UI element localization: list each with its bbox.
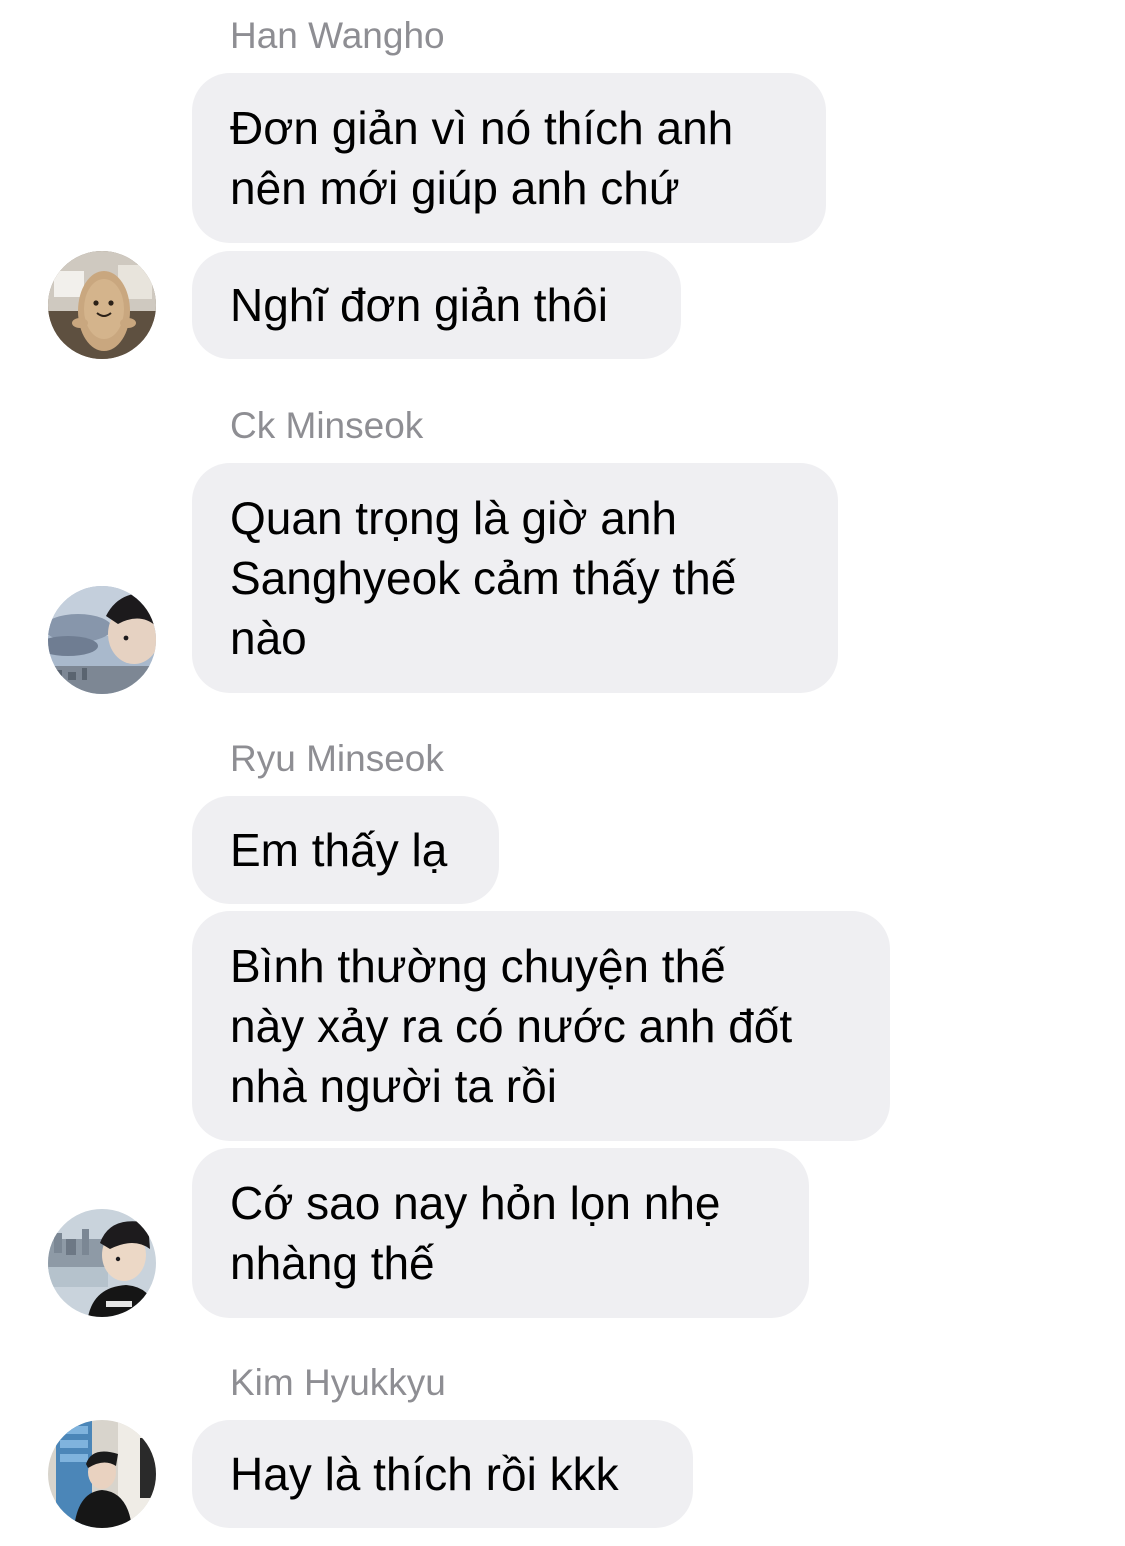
person-sky-avatar[interactable] xyxy=(48,586,156,694)
message-bubble[interactable]: Quan trọng là giờ anh Sanghyeok cảm thấy… xyxy=(192,463,838,693)
sender-name: Kim Hyukkyu xyxy=(230,1362,446,1403)
message-text: Hay là thích rồi kkk xyxy=(230,1448,619,1500)
message-bubble[interactable]: Cớ sao nay hỏn lọn nhẹ nhàng thế xyxy=(192,1148,809,1318)
message-bubble[interactable]: Đơn giản vì nó thích anh nên mới giúp an… xyxy=(192,73,826,243)
sender-name: Ck Minseok xyxy=(230,405,424,446)
message-text: Cớ sao nay hỏn lọn nhẹ nhàng thế xyxy=(230,1177,721,1289)
message-bubble[interactable]: Hay là thích rồi kkk xyxy=(192,1420,693,1528)
message-text: Đơn giản vì nó thích anh nên mới giúp an… xyxy=(230,102,734,214)
message-bubble[interactable]: Bình thường chuyện thế này xảy ra có nướ… xyxy=(192,911,890,1141)
person-store-avatar[interactable] xyxy=(48,1420,156,1528)
message-text: Bình thường chuyện thế này xảy ra có nướ… xyxy=(230,940,793,1112)
sender-name: Ryu Minseok xyxy=(230,738,444,779)
person-city-avatar[interactable] xyxy=(48,1209,156,1317)
message-text: Quan trọng là giờ anh Sanghyeok cảm thấy… xyxy=(230,492,737,664)
sender-name: Han Wangho xyxy=(230,15,445,56)
message-text: Em thấy lạ xyxy=(230,824,448,876)
message-text: Nghĩ đơn giản thôi xyxy=(230,279,608,331)
message-bubble[interactable]: Nghĩ đơn giản thôi xyxy=(192,251,681,359)
message-bubble[interactable]: Em thấy lạ xyxy=(192,796,499,904)
plush-toy-avatar[interactable] xyxy=(48,251,156,359)
